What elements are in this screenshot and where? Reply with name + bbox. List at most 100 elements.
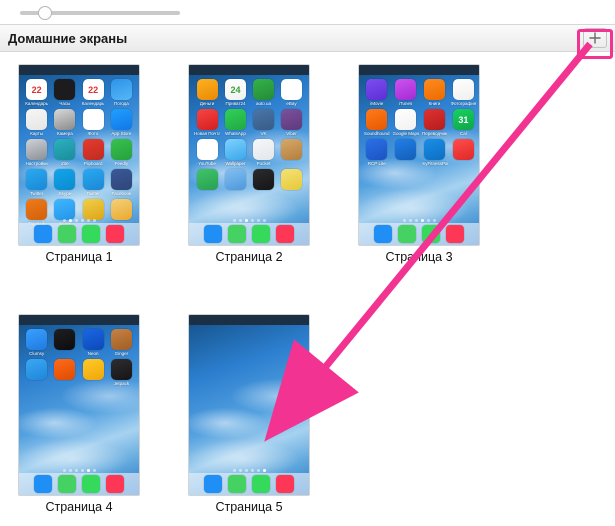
app[interactable]: Twitter [24,169,49,196]
page-dots [19,219,139,222]
dock-app-icon[interactable] [82,475,100,493]
app-label: Ginger [115,351,129,356]
app[interactable]: WhatsApp [223,109,248,136]
dock-app-icon[interactable] [228,225,246,243]
dock-app-icon[interactable] [252,225,270,243]
app[interactable] [194,169,220,191]
app[interactable]: Фото [81,109,106,136]
dock-app-icon[interactable] [228,475,246,493]
page-dot [421,219,424,222]
dock-app-icon[interactable] [34,475,52,493]
dock [359,223,479,245]
app[interactable]: Переводчик [422,109,448,136]
app[interactable]: VK [251,109,276,136]
page-dot [63,219,66,222]
app[interactable]: Soundhound [364,109,390,136]
app[interactable]: Wallpaper [223,139,248,166]
app[interactable]: Facebook [109,169,134,196]
dock-app-icon[interactable] [34,225,52,243]
app[interactable]: Flipboard [81,139,106,166]
app[interactable]: Настройки [24,139,49,166]
app[interactable]: Часы [52,79,77,106]
dock-app-icon[interactable] [58,225,76,243]
zoom-slider-thumb[interactable] [38,6,52,20]
app[interactable]: Карты [24,109,49,136]
add-screen-button[interactable] [583,28,607,48]
dock-app-icon[interactable] [106,475,124,493]
app[interactable] [223,169,248,191]
dock-app-icon[interactable] [58,475,76,493]
zoom-slider-row [0,0,615,24]
dock-app-icon[interactable] [106,225,124,243]
phone-thumbnail[interactable]: 22КалендарьЧасы22Календарь Погода КартыКам… [18,64,140,246]
app[interactable] [52,359,77,386]
app[interactable] [251,169,276,191]
phone-thumbnail[interactable] [188,314,310,496]
app[interactable]: 31Cal [451,109,477,136]
dock-app-icon[interactable] [204,475,222,493]
status-bar [19,315,139,325]
app[interactable]: auto.ua [251,79,276,106]
dock-app-icon[interactable] [276,475,294,493]
app[interactable] [81,359,106,386]
app[interactable]: iTunes [393,79,419,106]
phone-thumbnail[interactable]: iMovieiTunesКнигиФотография SoundhoundGoo… [358,64,480,246]
dock-app-icon[interactable] [446,225,464,243]
status-bar [19,65,139,75]
app[interactable]: Деньги [194,79,220,106]
screen-item[interactable]: ClumsyNeonGingerJetpackСтраница 4 [18,314,140,514]
app-label: Погода [114,101,129,106]
dock-app-icon[interactable] [374,225,392,243]
page-dots [359,219,479,222]
app[interactable]: Viber [279,109,304,136]
app[interactable]: 24Приват24 [223,79,248,106]
app[interactable]: Ginger [109,329,134,356]
app[interactable]: 22Календарь [81,79,106,106]
app[interactable] [279,139,304,166]
screen-item[interactable]: Страница 5 [188,314,310,514]
app-icon [26,199,47,220]
app[interactable] [24,359,49,386]
app[interactable]: YouTube [194,139,220,166]
app-icon: 31 [453,109,474,130]
app[interactable]: Камера [52,109,77,136]
phone-thumbnail[interactable]: Clumsy Neon Ginger Jetpack [18,314,140,496]
app[interactable] [52,329,77,356]
app[interactable]: RCP Lite [364,139,390,166]
app-grid [189,325,309,331]
screen-item[interactable]: iMovieiTunesКнигиФотография SoundhoundGoo… [358,64,480,264]
app[interactable]: Погода [109,79,134,106]
app[interactable] [393,139,419,166]
app[interactable]: Новая Почта [194,109,220,136]
dock-app-icon[interactable] [252,475,270,493]
app[interactable]: 22Календарь [24,79,49,106]
app[interactable]: Google Maps [393,109,419,136]
app[interactable] [279,169,304,191]
dock-app-icon[interactable] [82,225,100,243]
phone-thumbnail[interactable]: Деньги24Приват24auto.uaeBay Новая ПочтаWh… [188,64,310,246]
app[interactable]: Zite [52,139,77,166]
dock-app-icon[interactable] [422,225,440,243]
dock-app-icon[interactable] [204,225,222,243]
app[interactable]: Pocket [251,139,276,166]
app[interactable]: App Store [109,109,134,136]
app[interactable]: Twitter [81,169,106,196]
app[interactable]: Фотография [451,79,477,106]
app[interactable]: Skype [52,169,77,196]
app[interactable]: eBay [279,79,304,106]
app[interactable]: myFitnessPal [422,139,448,166]
dock-app-icon[interactable] [398,225,416,243]
zoom-slider[interactable] [20,6,180,20]
app[interactable] [451,139,477,166]
app[interactable]: Neon [81,329,106,356]
app[interactable]: iMovie [364,79,390,106]
page-dot [415,219,418,222]
app[interactable]: Jetpack [109,359,134,386]
screen-item[interactable]: Деньги24Приват24auto.uaeBay Новая ПочтаWh… [188,64,310,264]
dock-app-icon[interactable] [276,225,294,243]
app[interactable]: Feedly [109,139,134,166]
app[interactable]: Книги [422,79,448,106]
dock [19,223,139,245]
app[interactable]: Clumsy [24,329,49,356]
screen-item[interactable]: 22КалендарьЧасы22Календарь Погода КартыКам… [18,64,140,264]
